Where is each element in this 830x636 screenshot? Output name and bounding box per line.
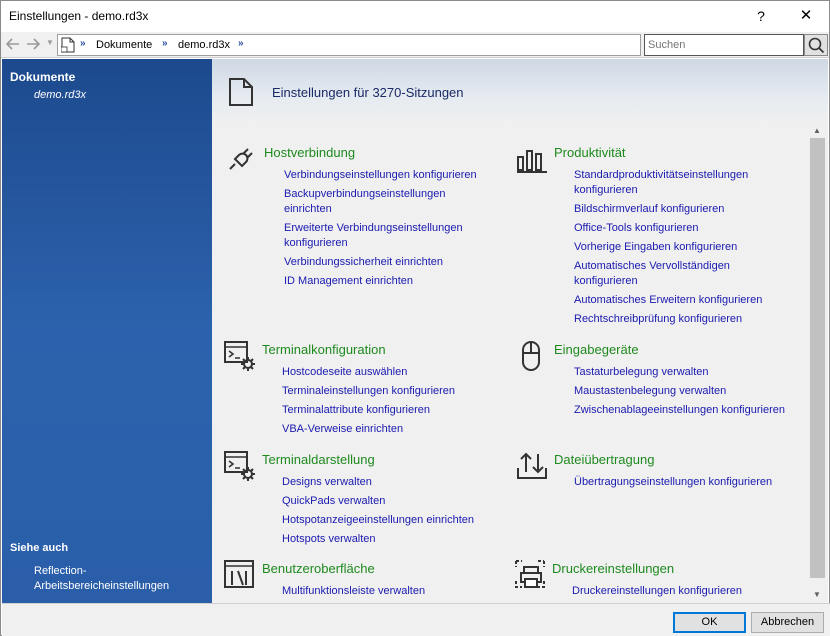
link-advanced-connection[interactable]: Erweiterte Verbindungseinstellungen konf… (284, 221, 494, 251)
link-list: Designs verwalten QuickPads verwalten Ho… (282, 475, 492, 551)
breadcrumb-separator-icon: » (162, 38, 168, 49)
link-manage-ribbon[interactable]: Multifunktionsleiste verwalten (282, 584, 492, 599)
breadcrumb-documents[interactable]: Dokumente (96, 39, 152, 51)
link-list: Multifunktionsleiste verwalten (282, 584, 492, 603)
settings-dialog: Einstellungen - demo.rd3x ? ✕ ▼ » Dokume… (0, 0, 830, 636)
close-button[interactable]: ✕ (791, 5, 821, 27)
sidebar-title: Dokumente (10, 70, 76, 84)
terminal-gear-icon (224, 341, 255, 371)
link-host-code-page[interactable]: Hostcodeseite auswählen (282, 365, 492, 380)
sidebar-item-demo[interactable]: demo.rd3x (34, 89, 86, 101)
section-title: Terminalkonfiguration (262, 342, 386, 357)
link-auto-complete[interactable]: Automatisches Vervollständigen konfiguri… (574, 259, 789, 289)
section-title: Dateiübertragung (554, 452, 655, 467)
link-recent-typing[interactable]: Vorherige Eingaben konfigurieren (574, 240, 789, 255)
link-vba-references[interactable]: VBA-Verweise einrichten (282, 422, 492, 437)
link-list: Standardproduktivitätseinstellungen konf… (574, 168, 789, 331)
section-title: Druckereinstellungen (552, 561, 675, 576)
sidebar: Dokumente demo.rd3x Siehe auch Reflectio… (2, 59, 212, 603)
title-bar: Einstellungen - demo.rd3x ? ✕ (1, 1, 829, 31)
transfer-icon (517, 452, 547, 479)
window-title: Einstellungen - demo.rd3x (9, 9, 149, 23)
link-manage-themes[interactable]: Designs verwalten (282, 475, 492, 490)
link-spell-check[interactable]: Rechtschreibprüfung konfigurieren (574, 312, 789, 327)
scroll-up-icon[interactable]: ▲ (813, 126, 821, 135)
link-keyboard-mapping[interactable]: Tastaturbelegung verwalten (574, 365, 789, 380)
breadcrumb-separator-icon: » (80, 38, 86, 49)
address-bar: ▼ » Dokumente » demo.rd3x » (1, 32, 829, 58)
ok-button[interactable]: OK (673, 612, 746, 633)
section-title: Benutzeroberfläche (262, 561, 375, 576)
scroll-down-icon[interactable]: ▼ (813, 590, 821, 599)
forward-arrow-icon[interactable] (24, 35, 42, 53)
section-title: Hostverbindung (264, 145, 356, 160)
plug-icon (229, 148, 253, 170)
link-connection-security[interactable]: Verbindungssicherheit einrichten (284, 255, 494, 270)
page-title: Einstellungen für 3270-Sitzungen (272, 85, 464, 100)
section-title: Produktivität (554, 145, 626, 160)
cancel-button[interactable]: Abbrechen (751, 612, 824, 633)
link-id-management[interactable]: ID Management einrichten (284, 274, 494, 289)
printer-icon (515, 560, 545, 588)
bar-chart-icon (517, 150, 547, 173)
link-manage-quickpads[interactable]: QuickPads verwalten (282, 494, 492, 509)
vertical-scrollbar[interactable]: ▲ ▼ (809, 124, 826, 603)
link-list: Druckereinstellungen konfigurieren (572, 584, 787, 603)
link-manage-hotspots[interactable]: Hotspots verwalten (282, 532, 492, 547)
link-transfer-settings[interactable]: Übertragungseinstellungen konfigurieren (574, 475, 804, 490)
mouse-icon (522, 341, 540, 371)
link-connection-settings[interactable]: Verbindungseinstellungen konfigurieren (284, 168, 494, 183)
search-button[interactable] (804, 34, 828, 56)
section-title: Terminaldarstellung (262, 452, 375, 467)
link-list: Übertragungseinstellungen konfigurieren (574, 475, 804, 494)
see-also-link[interactable]: Reflection-Arbeitsbereicheinstellungen (34, 564, 210, 594)
help-button[interactable]: ? (746, 5, 776, 27)
see-also-link-label: Reflection-Arbeitsbereicheinstellungen (34, 565, 170, 592)
ui-tools-icon (224, 560, 254, 588)
section-title: Eingabegeräte (554, 342, 639, 357)
link-list: Hostcodeseite auswählen Terminaleinstell… (282, 365, 492, 441)
link-list: Verbindungseinstellungen konfigurieren B… (284, 168, 494, 293)
see-also-heading: Siehe auch (10, 542, 69, 554)
terminal-gear-icon (224, 451, 255, 481)
link-terminal-attributes[interactable]: Terminalattribute konfigurieren (282, 403, 492, 418)
link-backup-connection[interactable]: Backupverbindungseinstellungen einrichte… (284, 187, 494, 217)
document-icon (229, 78, 253, 106)
dialog-footer: OK Abbrechen (2, 603, 830, 636)
link-list: Tastaturbelegung verwalten Maustastenbel… (574, 365, 789, 422)
breadcrumb-separator-icon[interactable]: » (238, 38, 244, 49)
search-icon (808, 37, 825, 54)
breadcrumb-file[interactable]: demo.rd3x (178, 39, 230, 51)
link-auto-expand[interactable]: Automatisches Erweitern konfigurieren (574, 293, 789, 308)
link-printer-settings[interactable]: Druckereinstellungen konfigurieren (572, 584, 787, 599)
link-screen-history[interactable]: Bildschirmverlauf konfigurieren (574, 202, 789, 217)
link-mouse-mapping[interactable]: Maustastenbelegung verwalten (574, 384, 789, 399)
breadcrumb: » Dokumente » demo.rd3x » (57, 34, 641, 56)
link-terminal-settings[interactable]: Terminaleinstellungen konfigurieren (282, 384, 492, 399)
main-content: Einstellungen für 3270-Sitzungen Hostver… (212, 59, 828, 603)
scrollbar-thumb[interactable] (810, 138, 825, 578)
page-header: Einstellungen für 3270-Sitzungen (212, 59, 828, 124)
link-clipboard-settings[interactable]: Zwischenablageeinstellungen konfiguriere… (574, 403, 789, 418)
history-dropdown-icon[interactable]: ▼ (46, 38, 54, 47)
search-input[interactable] (644, 34, 804, 56)
link-hotspot-display[interactable]: Hotspotanzeigeeinstellungen einrichten (282, 513, 492, 528)
document-icon (61, 37, 75, 53)
link-default-productivity[interactable]: Standardproduktivitätseinstellungen konf… (574, 168, 789, 198)
link-office-tools[interactable]: Office-Tools konfigurieren (574, 221, 789, 236)
back-arrow-icon[interactable] (4, 35, 22, 53)
